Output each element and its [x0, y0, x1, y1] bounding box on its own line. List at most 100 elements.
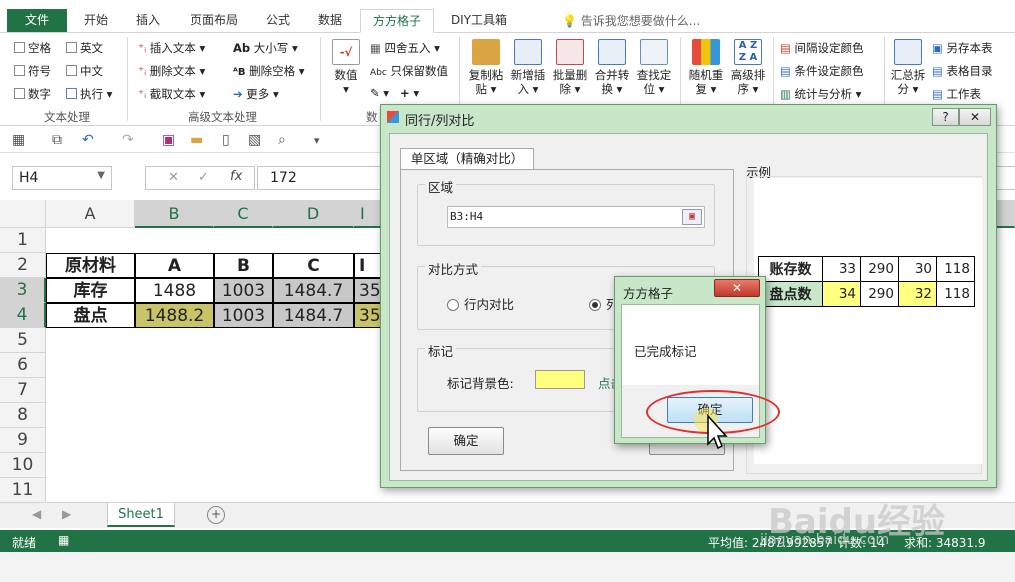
row-header-2[interactable]: 2 — [0, 253, 46, 278]
round-button[interactable]: ▦ 四舍五入 ▾ — [370, 40, 440, 56]
row-header-6[interactable]: 6 — [0, 353, 46, 378]
sheet-directory-button[interactable]: ▤ 表格目录 — [932, 63, 993, 79]
more-button[interactable]: ➔ 更多 ▾ — [233, 86, 279, 102]
worksheet-button[interactable]: ▤ 工作表 — [932, 86, 981, 102]
tab-page-layout[interactable]: 页面布局 — [184, 9, 244, 33]
row-header-9[interactable]: 9 — [0, 428, 46, 453]
interval-color-button[interactable]: ▤ 间隔设定颜色 — [780, 40, 864, 56]
name-box[interactable]: H4 ▼ — [12, 166, 112, 190]
range-select-icon[interactable]: ▣ — [682, 209, 702, 225]
delete-text-button[interactable]: ⁺ᵢ 删除文本 ▾ — [138, 63, 205, 79]
keep-numbers-button[interactable]: Abc 只保留数值 — [370, 63, 448, 79]
mark-color-swatch[interactable] — [535, 370, 585, 389]
insert-text-button[interactable]: ⁺ᵢ 插入文本 ▾ — [138, 40, 205, 56]
open-folder-icon[interactable]: ▬ — [190, 132, 203, 148]
tab-diy-tools[interactable]: DIY工具箱 — [444, 9, 514, 33]
copy-paste-button[interactable]: 复制粘贴 ▾ — [464, 39, 508, 96]
cell-b4[interactable]: 1488.2 — [135, 303, 214, 328]
message-close-button[interactable]: ✕ — [714, 279, 760, 297]
conditional-color-button[interactable]: ▤ 条件设定颜色 — [780, 63, 864, 79]
macro-record-icon[interactable]: ▦ — [58, 533, 69, 547]
cell-b2[interactable]: A — [135, 253, 214, 278]
cell-a4[interactable]: 盘点 — [46, 303, 135, 328]
print-preview-icon[interactable]: ⌕ — [278, 132, 286, 148]
execute-button[interactable]: 执行 ▾ — [66, 86, 112, 102]
help-button[interactable]: ? — [932, 108, 959, 126]
directory-icon: ▤ — [932, 64, 943, 78]
cell-c4[interactable]: 1003 — [214, 303, 273, 328]
case-button[interactable]: Ab 大小写 ▾ — [233, 40, 298, 56]
undo-icon[interactable]: ↶ — [82, 132, 94, 148]
numeric-button[interactable]: -√ 数值 ▾ — [326, 39, 366, 96]
row-header-5[interactable]: 5 — [0, 328, 46, 353]
cell-c2[interactable]: B — [214, 253, 273, 278]
scroll-right-icon[interactable]: ▶ — [62, 507, 71, 521]
save-sheet-button[interactable]: ▣ 另存本表 — [932, 40, 993, 56]
row-header-7[interactable]: 7 — [0, 378, 46, 403]
tab-home[interactable]: 开始 — [78, 9, 114, 33]
cell-d4[interactable]: 1484.7 — [273, 303, 354, 328]
cancel-icon[interactable]: ✕ — [168, 170, 179, 185]
batch-delete-button[interactable]: 批量删除 ▾ — [548, 39, 592, 96]
find-locate-button[interactable]: 查找定位 ▾ — [632, 39, 676, 96]
random-repeat-button[interactable]: 随机重复 ▾ — [684, 39, 728, 96]
conditional-color-icon: ▤ — [780, 64, 791, 78]
tab-single-region[interactable]: 单区域（精确对比） — [400, 148, 534, 170]
confirm-icon[interactable]: ✓ — [198, 170, 209, 185]
row-header-10[interactable]: 10 — [0, 453, 46, 478]
region-input[interactable]: B3:H4 ▣ — [447, 206, 705, 228]
copy-icon[interactable]: ⧉ — [52, 132, 62, 148]
dialog-ok-button[interactable]: 确定 — [428, 427, 504, 455]
tab-fangfang[interactable]: 方方格子 — [360, 9, 434, 33]
column-header-a[interactable]: A — [46, 200, 135, 228]
row-header-8[interactable]: 8 — [0, 403, 46, 428]
check-space[interactable]: 空格 — [14, 40, 51, 56]
cell-a3[interactable]: 库存 — [46, 278, 135, 303]
row-header-11[interactable]: 11 — [0, 478, 46, 502]
save-icon[interactable]: ▣ — [162, 132, 175, 148]
cell-d2[interactable]: C — [273, 253, 354, 278]
tab-file[interactable]: 文件 — [7, 9, 67, 32]
cell-c3[interactable]: 1003 — [214, 278, 273, 303]
row-header-3[interactable]: 3 — [0, 278, 46, 303]
customize-qat-icon[interactable]: ▾ — [314, 134, 320, 147]
dialog-close-button[interactable]: ✕ — [959, 108, 991, 126]
scroll-left-icon[interactable]: ◀ — [32, 507, 41, 521]
new-file-icon[interactable]: ▯ — [222, 132, 230, 148]
save-as-icon[interactable]: ▧ — [248, 132, 261, 148]
number-extra-buttons[interactable]: ✎ ▾ + ▾ — [370, 86, 419, 100]
cell-b3[interactable]: 1488 — [135, 278, 214, 303]
radio-row-compare[interactable]: 行内对比 — [447, 294, 514, 313]
check-chinese[interactable]: 中文 — [66, 63, 103, 79]
mark-label: 标记 — [425, 341, 457, 360]
tell-me-search[interactable]: 💡 告诉我您想要做什么... — [562, 12, 700, 29]
row-header-1[interactable]: 1 — [0, 228, 46, 253]
tab-data[interactable]: 数据 — [312, 9, 348, 33]
tab-insert[interactable]: 插入 — [130, 9, 166, 33]
merge-convert-button[interactable]: 合并转换 ▾ — [590, 39, 634, 96]
check-symbol[interactable]: 符号 — [14, 63, 51, 79]
delete-space-button[interactable]: ᴬB 删除空格 ▾ — [233, 63, 305, 79]
example-cell: 290 — [860, 281, 899, 307]
sheet-tab-sheet1[interactable]: Sheet1 — [107, 503, 175, 527]
column-header-b[interactable]: B — [135, 200, 214, 228]
cell-a2[interactable]: 原材料 — [46, 253, 135, 278]
select-all-corner[interactable] — [0, 200, 46, 228]
column-header-d[interactable]: D — [273, 200, 354, 228]
extract-text-button[interactable]: ⁺ᵢ 截取文本 ▾ — [138, 86, 205, 102]
extract-text-icon: ⁺ᵢ — [138, 87, 147, 101]
add-sheet-icon[interactable]: + — [207, 506, 225, 524]
cell-d3[interactable]: 1484.7 — [273, 278, 354, 303]
column-header-c[interactable]: C — [214, 200, 273, 228]
check-number[interactable]: 数字 — [14, 86, 51, 102]
summary-split-button[interactable]: 汇总拆分 ▾ — [888, 39, 928, 96]
statistics-button[interactable]: ▥ 统计与分析 ▾ — [780, 86, 861, 102]
grid-view-icon[interactable]: ▦ — [12, 132, 25, 148]
fx-icon[interactable]: fx — [230, 169, 242, 184]
row-header-4[interactable]: 4 — [0, 303, 46, 328]
advanced-sort-button[interactable]: A ZZ A 高级排序 ▾ — [726, 39, 770, 96]
tab-formulas[interactable]: 公式 — [260, 9, 296, 33]
check-english[interactable]: 英文 — [66, 40, 103, 56]
insert-new-button[interactable]: 新增插入 ▾ — [506, 39, 550, 96]
redo-icon[interactable]: ↷ — [122, 132, 134, 148]
